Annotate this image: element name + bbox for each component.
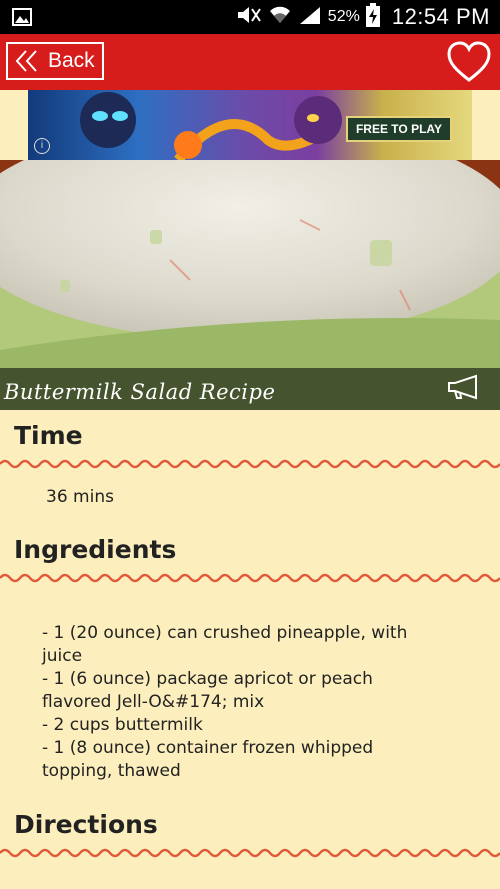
double-chevron-left-icon <box>15 50 37 72</box>
favorite-heart-icon[interactable] <box>446 40 492 84</box>
ingredient-line: - 2 cups buttermilk <box>42 715 203 735</box>
ingredient-line: - 1 (20 ounce) can crushed pineapple, wi… <box>42 623 408 643</box>
directions-heading: Directions <box>14 810 158 839</box>
ingredient-line: - 1 (6 ounce) package apricot or peach <box>42 669 373 689</box>
ad-info-icon[interactable]: i <box>34 138 50 154</box>
megaphone-icon[interactable] <box>446 374 482 400</box>
gallery-notification-icon <box>12 7 32 32</box>
status-bar: 52% 12:54 PM <box>0 0 500 34</box>
ingredient-line: - 1 (8 ounce) container frozen whipped <box>42 738 374 758</box>
ingredients-heading: Ingredients <box>14 535 177 564</box>
section-divider <box>0 848 500 858</box>
app-bar: Back <box>0 34 500 90</box>
ingredient-line: juice <box>42 646 83 666</box>
wifi-icon <box>268 5 292 30</box>
back-button[interactable]: Back <box>6 42 104 80</box>
section-divider <box>0 459 500 469</box>
battery-percent: 52% <box>327 8 360 25</box>
signal-icon <box>298 5 322 30</box>
mute-icon <box>236 5 262 30</box>
section-divider <box>0 573 500 583</box>
recipe-hero-image: Buttermilk Salad Recipe <box>0 160 500 410</box>
recipe-title: Buttermilk Salad Recipe <box>4 380 276 404</box>
ingredient-line: flavored Jell-O&#174; mix <box>42 692 265 712</box>
back-label: Back <box>48 49 95 72</box>
ingredient-line: topping, thawed <box>42 761 181 781</box>
time-value: 36 mins <box>46 487 114 507</box>
time-heading: Time <box>14 421 83 450</box>
ad-banner[interactable]: i FREE TO PLAY <box>28 90 472 160</box>
free-to-play-button[interactable]: FREE TO PLAY <box>345 116 452 142</box>
ingredients-list: - 1 (20 ounce) can crushed pineapple, wi… <box>42 622 462 783</box>
clock: 12:54 PM <box>391 4 490 29</box>
battery-charging-icon <box>365 2 380 32</box>
